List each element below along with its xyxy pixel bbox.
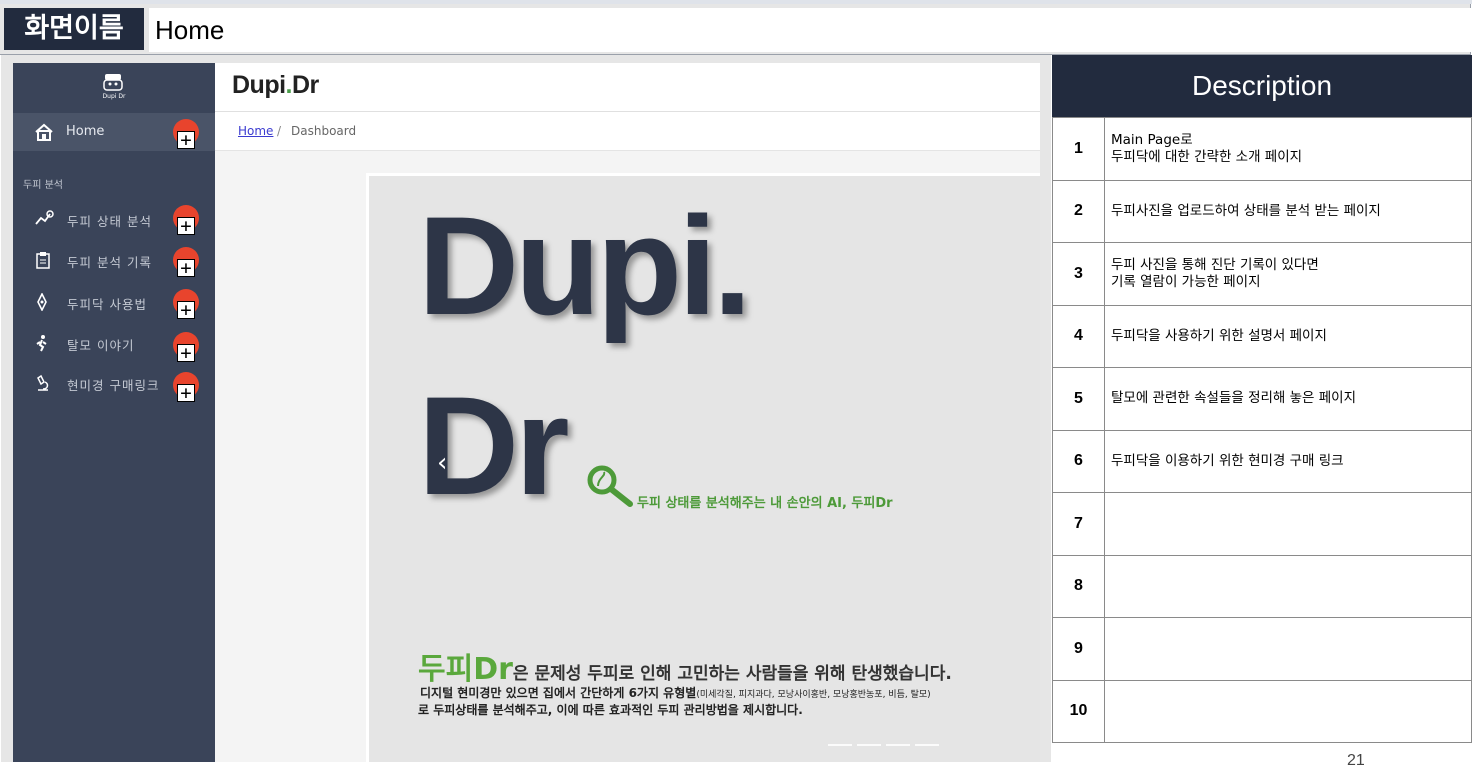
breadcrumb-current: Dashboard [291,124,357,138]
carousel-indicators[interactable] [828,731,944,750]
logo-face-icon [103,74,123,91]
hero-description-line2: 로 두피상태를 분석해주고, 이에 따른 효과적인 두피 관리방법을 제시합니다… [418,703,803,717]
table-row: 8 [1052,554,1472,618]
breadcrumb: Home / Dashboard [215,112,1040,151]
description-table: 1 Main Page로 두피닥에 대한 간략한 소개 페이지 2 두피사진을 업로드… [1052,117,1472,743]
trend-search-icon [35,210,54,225]
plus-icon: + [177,384,195,403]
app-sidebar: Dupi Dr Home 두피 분석 두피 상태 분석 두피 분석 기록 두피닥… [13,63,215,762]
running-person-icon [36,335,47,352]
plus-icon: + [177,344,195,363]
hero-mission: 두피Dr은 문제성 두피로 인해 고민하는 사람들을 위해 탄생했습니다. [418,644,952,688]
breadcrumb-separator: / [277,124,282,138]
carousel-dot[interactable] [857,744,881,746]
sidebar-item-label: 두피 분석 기록 [67,255,152,270]
plus-icon: + [177,301,195,320]
plus-icon: + [177,217,195,236]
annotation-marker-6: + [173,372,199,403]
microscope-icon [37,374,49,391]
annotation-marker-1: + [173,119,199,150]
sidebar-logo[interactable]: Dupi Dr [13,63,215,111]
table-row: 4 두피닥을 사용하기 위한 설명서 페이지 [1052,304,1472,368]
plus-icon: + [177,259,195,278]
sidebar-item-label: Home [66,124,105,139]
table-row: 1 Main Page로 두피닥에 대한 간략한 소개 페이지 [1052,117,1472,181]
annotation-marker-3: + [173,247,199,278]
description-panel: Description 1 Main Page로 두피닥에 대한 간략한 소개 페이… [1052,55,1472,762]
mission-text: 은 문제성 두피로 인해 고민하는 사람들을 위해 탄생했습니다. [512,664,952,684]
mission-highlight: 두피Dr [418,652,513,687]
hero-title-line1: Dupi. [418,187,752,344]
table-row: 9 [1052,617,1472,681]
annotation-marker-4: + [173,289,199,320]
nav-group-label: 두피 분석 [23,180,63,191]
magnifier-icon [587,465,633,507]
screen-title-bar: 화면이름 Home [0,4,1472,55]
annotation-marker-5: + [173,332,199,363]
sidebar-item-label: 탈모 이야기 [67,338,135,353]
breadcrumb-home-link[interactable]: Home [238,124,273,138]
plus-icon: + [177,131,195,150]
table-row: 3 두피 사진을 통해 진단 기록이 있다면 기록 열람이 가능한 페이지 [1052,242,1472,306]
compass-icon [37,293,47,311]
carousel-dot[interactable] [886,744,910,746]
page-number: 21 [1347,752,1365,769]
table-row: 6 두피닥을 이용하기 위한 현미경 구매 링크 [1052,429,1472,493]
carousel-dot[interactable] [915,744,939,746]
table-row: 5 탈모에 관련한 속설들을 정리해 놓은 페이지 [1052,367,1472,431]
logo-text: Dupi Dr [102,93,126,100]
brand-logo[interactable]: Dupi.Dr [232,71,319,100]
sidebar-item-label: 현미경 구매링크 [67,378,160,393]
sidebar-item-label: 두피 상태 분석 [67,214,152,229]
table-row: 2 두피사진을 업로드하여 상태를 분석 받는 페이지 [1052,179,1472,243]
clipboard-icon [36,252,50,269]
screen-label: 화면이름 [4,8,144,50]
hero-description-line1: 디지털 현미경만 있으면 집에서 간단하게 6가지 유형별(미세각질, 피지과다… [420,686,931,700]
annotation-marker-2: + [173,205,199,236]
app-header: Dupi.Dr [215,63,1040,112]
table-row: 7 [1052,492,1472,556]
hero-tagline: 두피 상태를 분석해주는 내 손안의 AI, 두피Dr [637,496,893,511]
screen-name: Home [149,8,1472,52]
carousel-dot[interactable] [828,744,852,746]
sidebar-item-label: 두피닥 사용법 [67,297,147,312]
table-row: 10 [1052,679,1472,743]
home-icon [35,123,53,141]
carousel-prev-icon[interactable]: ‹ [437,448,447,478]
hero-title-line2: Dr [418,367,570,524]
description-title: Description [1052,55,1472,117]
